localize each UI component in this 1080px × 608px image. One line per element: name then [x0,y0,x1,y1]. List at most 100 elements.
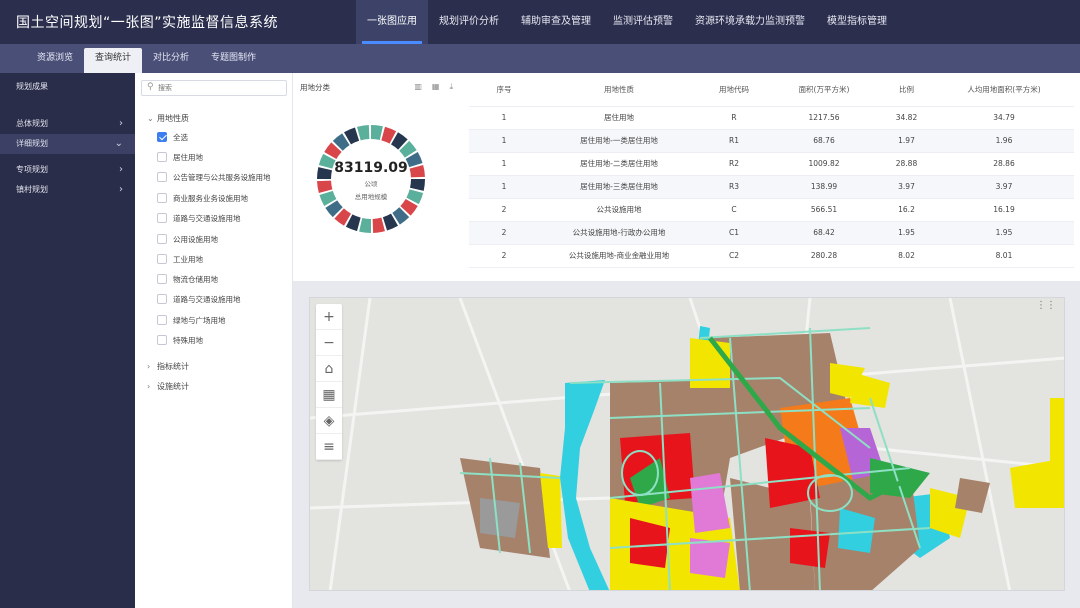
checkbox[interactable] [157,274,167,284]
checkbox[interactable] [157,213,167,223]
checkbox-label: 公告管理与公共服务设施用地 [173,173,271,182]
tree-group-label: 设施统计 [157,382,189,391]
col-header-per-capita[interactable]: 人均用地面积(平方米) [934,73,1074,107]
checkbox-row[interactable]: 道路与交通设施用地 [157,212,241,226]
home-icon[interactable]: ⌂ [316,356,342,382]
checkbox[interactable] [157,172,167,182]
col-header-code[interactable]: 用地代码 [699,73,769,107]
tree-group-landuse[interactable]: ⌄ 用地性质 [147,113,189,124]
checkbox-label: 道路与交通设施用地 [173,295,241,304]
sidebar-item-detailed-plan[interactable]: 详细规划 ⌄ [0,134,135,154]
checkbox-checked[interactable] [157,132,167,142]
checkbox-row[interactable]: 公用设施用地 [157,233,218,247]
sidebar-item-town-plan[interactable]: 镇村规划 › [0,180,135,200]
sidebar-item-special-plan[interactable]: 专项规划 › [0,160,135,180]
cell: 28.86 [934,152,1074,176]
checkbox[interactable] [157,294,167,304]
checkbox-row[interactable]: 公告管理与公共服务设施用地 [157,171,271,185]
cell: 68.42 [769,221,879,245]
cell: 1.95 [879,221,934,245]
checkbox-row[interactable]: 特殊用地 [157,334,203,348]
top-nav-one-map[interactable]: 一张图应用 [356,0,428,44]
top-nav-model-index[interactable]: 模型指标管理 [816,0,898,44]
layers-grid-icon[interactable]: ▦ [316,382,342,408]
tree-group-facility-stats[interactable]: › 设施统计 [147,381,189,392]
checkbox-row[interactable]: 工业用地 [157,253,203,267]
checkbox-row[interactable]: 全选 [157,131,188,145]
donut-center: 83119.09 公顷 总用地规模 [315,123,427,235]
tab-thematic-map[interactable]: 专题图制作 [200,44,267,73]
chevron-right-icon: › [119,164,123,175]
tab-query-stats[interactable]: 查询统计 [84,48,143,73]
checkbox-label: 全选 [173,133,188,142]
chevron-right-icon: › [119,118,123,129]
layer-stack-icon[interactable]: ◈ [316,408,342,434]
checkbox-row[interactable]: 物流仓储用地 [157,273,218,287]
col-header-area[interactable]: 面积(万平方米) [769,73,879,107]
zoom-in-icon[interactable]: + [316,304,342,330]
top-nav-monitoring[interactable]: 监测评估预警 [602,0,684,44]
tab-resource-browse[interactable]: 资源浏览 [26,44,84,73]
chevron-down-icon: ⌄ [114,138,123,149]
tree-group-label: 指标统计 [157,362,189,371]
sidebar-item-label: 镇村规划 [16,185,48,194]
checkbox-row[interactable]: 道路与交通设施用地 [157,293,241,307]
filter-panel: ⚲ ⌄用地性质 全选 居住用地 公告管理与公共服务设施用地 商业服务业务设施用地… [135,73,293,608]
cell: 3.97 [934,175,1074,199]
sidebar-item-label: 总体规划 [16,119,48,128]
table-icon[interactable]: ▦ [432,82,440,92]
landuse-table-panel: 序号 用地性质 用地代码 面积(万平方米) 比例 人均用地面积(平方米) 1 居住… [463,73,1080,281]
top-nav-review-management[interactable]: 辅助审查及管理 [510,0,602,44]
bar-chart-icon[interactable]: ▥ [414,82,422,92]
sidebar-item-plan-results[interactable]: 规划成果 [0,77,135,97]
top-bar: 国土空间规划“一张图”实施监督信息系统 一张图应用 规划评价分析 辅助审查及管理… [0,0,1080,44]
checkbox-row[interactable]: 商业服务业务设施用地 [157,192,248,206]
cell: R3 [699,175,769,199]
checkbox[interactable] [157,193,167,203]
checkbox[interactable] [157,152,167,162]
checkbox-row[interactable]: 绿地与广场用地 [157,314,226,328]
checkbox[interactable] [157,234,167,244]
landuse-parcels [460,333,1064,590]
menu-icon[interactable]: ≡ [316,434,342,460]
search-input[interactable] [158,82,278,94]
checkbox-label: 工业用地 [173,255,203,264]
checkbox[interactable] [157,315,167,325]
table-header-row: 序号 用地性质 用地代码 面积(万平方米) 比例 人均用地面积(平方米) [469,73,1074,107]
total-area-unit: 公顷 [364,180,378,188]
landuse-map[interactable]: + − ⌂ ▦ ◈ ≡ ⋮⋮ [309,297,1065,591]
top-nav-carrying-capacity[interactable]: 资源环境承载力监测预警 [684,0,816,44]
cell: R [699,106,769,130]
table-row[interactable]: 1 居住用地-二类居住用地 R2 1009.82 28.88 28.86 [469,152,1074,176]
sidebar-item-master-plan[interactable]: 总体规划 › [0,114,135,134]
cell: 280.28 [769,244,879,268]
checkbox[interactable] [157,254,167,264]
tab-compare-analysis[interactable]: 对比分析 [142,44,200,73]
zoom-out-icon[interactable]: − [316,330,342,356]
table-row[interactable]: 2 公共设施用地 C 566.51 16.2 16.19 [469,198,1074,222]
cell: 28.88 [879,152,934,176]
col-header-ratio[interactable]: 比例 [879,73,934,107]
col-header-index[interactable]: 序号 [469,73,539,107]
col-header-landuse[interactable]: 用地性质 [539,73,699,107]
checkbox-label: 公用设施用地 [173,235,218,244]
tree-group-label: 用地性质 [157,114,189,123]
top-nav-plan-evaluation[interactable]: 规划评价分析 [428,0,510,44]
cell: 1.97 [879,129,934,153]
table-row[interactable]: 2 公共设施用地-商业金融业用地 C2 280.28 8.02 8.01 [469,244,1074,268]
checkbox-label: 物流仓储用地 [173,275,218,284]
basemap-toggle-icon[interactable]: ⋮⋮ [1036,300,1056,311]
checkbox-row[interactable]: 居住用地 [157,151,203,165]
cell: 1.95 [934,221,1074,245]
chevron-right-icon: › [119,184,123,195]
cell: C1 [699,221,769,245]
table-row[interactable]: 2 公共设施用地-行政办公用地 C1 68.42 1.95 1.95 [469,221,1074,245]
map-toolbar: + − ⌂ ▦ ◈ ≡ [316,304,342,460]
table-row[interactable]: 1 居住用地 R 1217.56 34.82 34.79 [469,106,1074,130]
cell: 34.82 [879,106,934,130]
tree-group-index-stats[interactable]: › 指标统计 [147,361,189,372]
checkbox[interactable] [157,335,167,345]
table-row[interactable]: 1 居住用地-一类居住用地 R1 68.76 1.97 1.96 [469,129,1074,153]
download-icon[interactable]: ⤓ [449,82,453,92]
table-row[interactable]: 1 居住用地-三类居住用地 R3 138.99 3.97 3.97 [469,175,1074,199]
